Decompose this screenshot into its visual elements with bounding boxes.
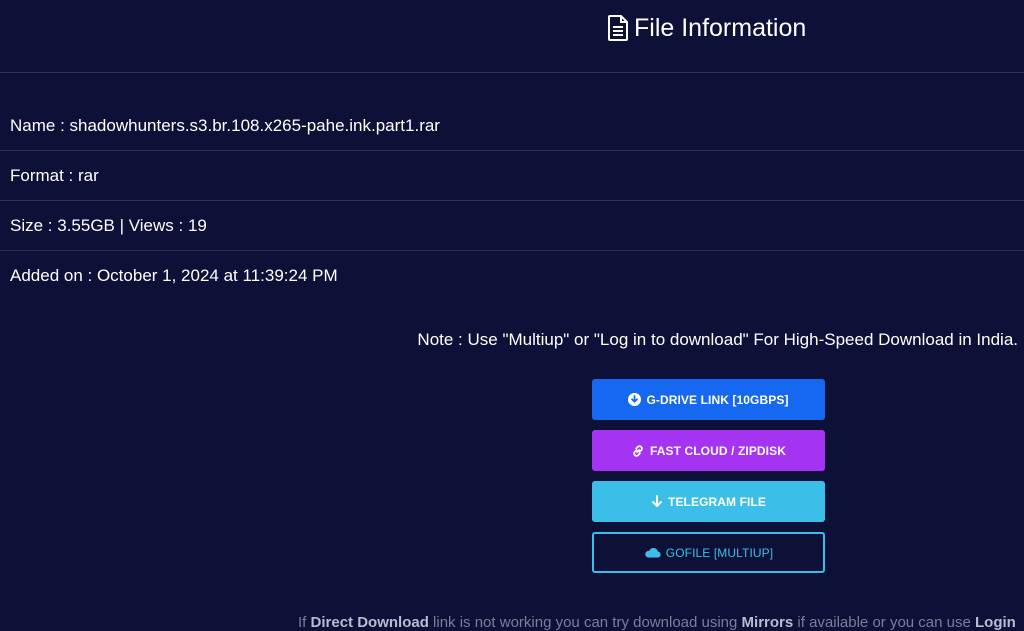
page-title-text: File Information	[634, 14, 807, 42]
footer-text: If	[298, 614, 311, 631]
footer-login-link[interactable]: Login	[975, 614, 1016, 631]
footer-text: link is not working you can try download…	[428, 614, 742, 631]
file-added-row: Added on : October 1, 2024 at 11:39:24 P…	[10, 266, 338, 285]
fast-cloud-button[interactable]: FAST CLOUD / ZIPDISK	[592, 430, 825, 471]
telegram-file-label: TELEGRAM FILE	[668, 494, 766, 509]
page-title: File Information	[608, 11, 806, 45]
telegram-file-button[interactable]: TELEGRAM FILE	[592, 481, 825, 522]
file-format-row: Format : rar	[0, 151, 1024, 201]
arrow-down-icon	[651, 495, 663, 508]
download-circle-icon	[628, 393, 642, 406]
gofile-multiup-button[interactable]: GOFILE [MULTIUP]	[592, 532, 825, 573]
footer-text: if available or you can use	[793, 614, 976, 631]
file-size-views-row: Size : 3.55GB | Views : 19	[0, 201, 1024, 251]
file-name-row: Name : shadowhunters.s3.br.108.x265-pahe…	[0, 101, 1024, 151]
file-info-list: Name : shadowhunters.s3.br.108.x265-pahe…	[0, 101, 1024, 300]
file-text-icon	[608, 15, 628, 41]
page: File Information Name : shadowhunters.s3…	[0, 0, 1024, 631]
gofile-multiup-label: GOFILE [MULTIUP]	[665, 545, 774, 560]
link-icon	[631, 444, 645, 458]
cloud-icon	[644, 547, 661, 558]
footer-direct-download: Direct Download	[310, 614, 429, 631]
gdrive-link-label: G-DRIVE LINK [10GBPS]	[646, 392, 789, 407]
footer-note: If Direct Download link is not working y…	[298, 613, 1016, 631]
download-note: Note : Use "Multiup" or "Log in to downl…	[417, 330, 1018, 349]
header: File Information	[0, 0, 1024, 73]
fast-cloud-label: FAST CLOUD / ZIPDISK	[649, 443, 786, 458]
gdrive-link-button[interactable]: G-DRIVE LINK [10GBPS]	[592, 379, 825, 420]
footer-mirrors: Mirrors	[741, 614, 794, 631]
